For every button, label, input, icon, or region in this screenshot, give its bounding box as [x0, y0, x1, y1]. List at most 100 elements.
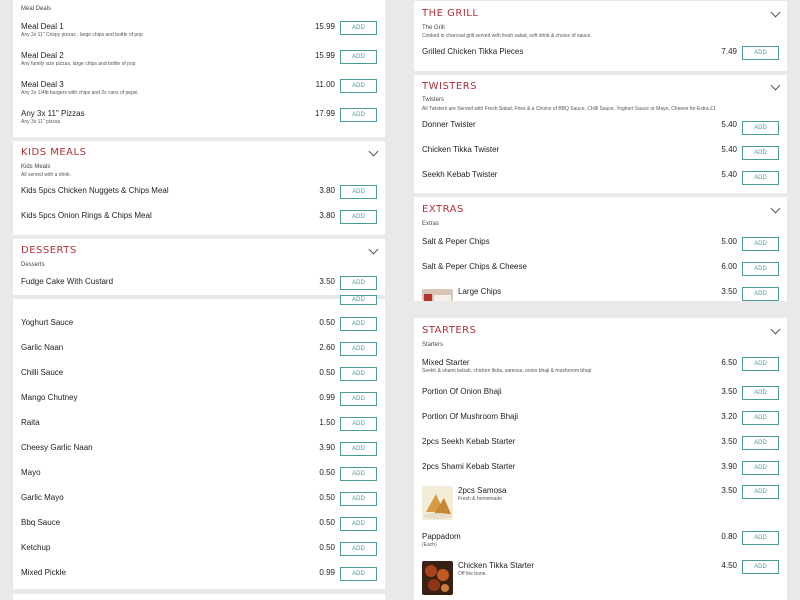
- add-button[interactable]: ADD: [340, 567, 377, 581]
- item-name: Meal Deal 3: [21, 80, 64, 89]
- item-name: Raita: [21, 418, 40, 427]
- add-button[interactable]: ADD: [340, 50, 377, 64]
- add-button[interactable]: ADD: [742, 146, 779, 160]
- section-title: THE GRILL: [422, 8, 479, 19]
- item-price: 3.80: [319, 211, 335, 220]
- item-price: 3.50: [319, 277, 335, 286]
- item-name: Bbq Sauce: [21, 518, 61, 527]
- large-chips-image: [422, 289, 453, 301]
- add-button[interactable]: ADD: [742, 171, 779, 185]
- chevron-down-icon[interactable]: [770, 324, 781, 335]
- menu-item-raita: Raita 1.50 ADD: [13, 417, 385, 436]
- add-button[interactable]: ADD: [742, 386, 779, 400]
- item-desc: (Each): [422, 542, 437, 548]
- add-button[interactable]: ADD: [742, 262, 779, 276]
- add-button[interactable]: ADD: [742, 357, 779, 371]
- section-subtitle: Starters: [422, 342, 444, 348]
- item-price: 5.40: [721, 145, 737, 154]
- item-price: 6.00: [721, 262, 737, 271]
- section-title: Twisters: [422, 81, 478, 92]
- grill-section: THE GRILL The Grill Cooked in charcoal g…: [414, 1, 787, 71]
- add-button[interactable]: ADD: [340, 295, 377, 305]
- menu-item-meal-deal-2: Meal Deal 2 Any family size pizzas, larg…: [13, 50, 385, 69]
- menu-item-seekh-kebab-twister: Seekh Kebab Twister 5.40 ADD: [414, 170, 787, 188]
- item-name: Chicken Tikka Starter: [458, 561, 535, 570]
- add-button[interactable]: ADD: [340, 185, 377, 199]
- item-price: 0.50: [319, 518, 335, 527]
- add-button[interactable]: ADD: [340, 108, 377, 122]
- add-button[interactable]: ADD: [742, 121, 779, 135]
- item-desc: Fresh & homemade: [458, 496, 502, 502]
- add-button[interactable]: ADD: [742, 411, 779, 425]
- item-name: 2pcs Seekh Kebab Starter: [422, 437, 516, 446]
- add-button[interactable]: ADD: [340, 467, 377, 481]
- add-button[interactable]: ADD: [340, 276, 377, 290]
- item-price: 5.40: [721, 120, 737, 129]
- menu-item-salt-peper-chips-cheese: Salt & Peper Chips & Cheese 6.00 ADD: [414, 262, 787, 280]
- add-button[interactable]: ADD: [340, 210, 377, 224]
- add-button[interactable]: ADD: [340, 21, 377, 35]
- add-button[interactable]: ADD: [742, 560, 779, 574]
- item-name: Donner Twister: [422, 120, 476, 129]
- add-button[interactable]: ADD: [340, 442, 377, 456]
- add-button[interactable]: ADD: [742, 46, 779, 60]
- add-button[interactable]: ADD: [742, 531, 779, 545]
- item-price: 0.50: [319, 368, 335, 377]
- menu-item-ketchup: Ketchup 0.50 ADD: [13, 542, 385, 561]
- item-name: Kids 5pcs Chicken Nuggets & Chips Meal: [21, 186, 169, 195]
- item-name: Chilli Sauce: [21, 368, 64, 377]
- add-button[interactable]: ADD: [742, 287, 779, 301]
- item-price: 5.00: [721, 237, 737, 246]
- add-button[interactable]: ADD: [340, 367, 377, 381]
- add-button[interactable]: ADD: [742, 485, 779, 499]
- item-price: 3.90: [721, 462, 737, 471]
- item-price: 0.80: [721, 532, 737, 541]
- add-button[interactable]: ADD: [340, 417, 377, 431]
- add-button[interactable]: ADD: [340, 492, 377, 506]
- section-desc: All served with a drink.: [21, 172, 72, 178]
- section-title: Starters: [422, 325, 477, 336]
- add-button[interactable]: ADD: [742, 461, 779, 475]
- section-title: Desserts: [21, 245, 77, 256]
- chevron-down-icon[interactable]: [368, 146, 379, 157]
- add-button[interactable]: ADD: [742, 237, 779, 251]
- chevron-down-icon[interactable]: [770, 7, 781, 18]
- menu-item-samosa: 2pcs Samosa Fresh & homemade 3.50 ADD: [414, 485, 787, 522]
- item-name: 2pcs Shami Kebab Starter: [422, 462, 516, 471]
- next-section-card: [13, 594, 385, 600]
- menu-item-mixed-starter: Mixed Starter Seekh & shami kebab, chick…: [414, 357, 787, 376]
- item-name: Mixed Starter: [422, 358, 470, 367]
- section-title: KIDS MEALS: [21, 147, 87, 158]
- item-name: Mayo: [21, 468, 41, 477]
- add-button[interactable]: ADD: [340, 342, 377, 356]
- menu-item-mango-chutney: Mango Chutney 0.99 ADD: [13, 392, 385, 411]
- item-name: Meal Deal 1: [21, 22, 64, 31]
- menu-item-salt-peper-chips: Salt & Peper Chips 5.00 ADD: [414, 237, 787, 255]
- sauces-section: ADD Yoghurt Sauce 0.50 ADD Garlic Naan 2…: [13, 295, 385, 589]
- item-price: 3.90: [319, 443, 335, 452]
- section-subtitle: Extras: [422, 221, 440, 227]
- chevron-down-icon[interactable]: [770, 203, 781, 214]
- menu-item-mixed-pickle: Mixed Pickle 0.99 ADD: [13, 567, 385, 586]
- item-desc: Any 2x 11" Crispy pizzas , large chips a…: [21, 32, 143, 38]
- menu-item-mushroom-bhaji: Portion Of Mushroom Bhaji 3.20 ADD: [414, 411, 787, 430]
- add-button[interactable]: ADD: [340, 517, 377, 531]
- item-price: 3.20: [721, 412, 737, 421]
- item-price: 3.50: [721, 287, 737, 296]
- add-button[interactable]: ADD: [340, 392, 377, 406]
- add-button[interactable]: ADD: [340, 79, 377, 93]
- menu-item-yoghurt-sauce: Yoghurt Sauce 0.50 ADD: [13, 317, 385, 336]
- add-button[interactable]: ADD: [340, 317, 377, 331]
- item-name: Yoghurt Sauce: [21, 318, 74, 327]
- add-button[interactable]: ADD: [340, 542, 377, 556]
- item-name: Garlic Naan: [21, 343, 64, 352]
- chevron-down-icon[interactable]: [368, 244, 379, 255]
- add-button[interactable]: ADD: [742, 436, 779, 450]
- menu-item-3x-pizzas: Any 3x 11" Pizzas Any 3x 11" pizzas 17.9…: [13, 108, 385, 127]
- item-name: Mango Chutney: [21, 393, 78, 402]
- chevron-down-icon[interactable]: [770, 80, 781, 91]
- item-price: 15.99: [314, 51, 335, 60]
- menu-item-pappadom: Pappadom (Each) 0.80 ADD: [414, 531, 787, 550]
- item-price: 5.40: [721, 170, 737, 179]
- item-name: Seekh Kebab Twister: [422, 170, 498, 179]
